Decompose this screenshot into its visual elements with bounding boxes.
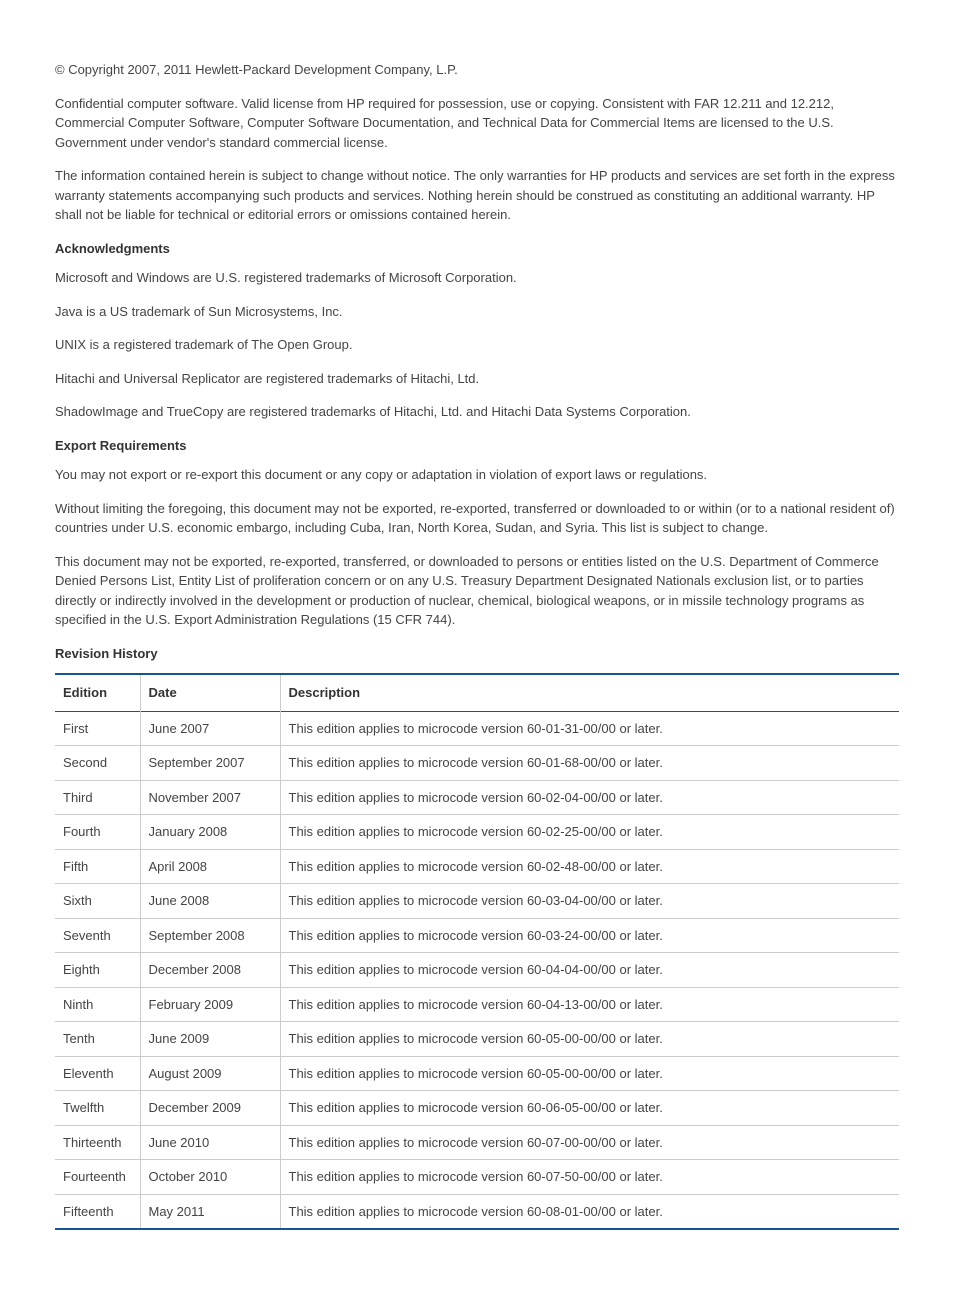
cell-date: September 2007	[140, 746, 280, 781]
cell-date: April 2008	[140, 849, 280, 884]
table-header-row: Edition Date Description	[55, 674, 899, 711]
cell-description: This edition applies to microcode versio…	[280, 780, 899, 815]
cell-date: June 2010	[140, 1125, 280, 1160]
cell-edition: Thirteenth	[55, 1125, 140, 1160]
cell-edition: Twelfth	[55, 1091, 140, 1126]
cell-edition: Seventh	[55, 918, 140, 953]
export-p2: Without limiting the foregoing, this doc…	[55, 499, 899, 538]
ack-unix: UNIX is a registered trademark of The Op…	[55, 335, 899, 355]
cell-edition: Fifth	[55, 849, 140, 884]
cell-description: This edition applies to microcode versio…	[280, 1022, 899, 1057]
table-row: EleventhAugust 2009This edition applies …	[55, 1056, 899, 1091]
table-row: FirstJune 2007This edition applies to mi…	[55, 711, 899, 746]
table-row: FourteenthOctober 2010This edition appli…	[55, 1160, 899, 1195]
export-heading: Export Requirements	[55, 436, 899, 456]
cell-date: December 2009	[140, 1091, 280, 1126]
cell-edition: Fifteenth	[55, 1194, 140, 1229]
cell-date: November 2007	[140, 780, 280, 815]
export-p3: This document may not be exported, re-ex…	[55, 552, 899, 630]
th-description: Description	[280, 674, 899, 711]
acknowledgments-heading: Acknowledgments	[55, 239, 899, 259]
cell-description: This edition applies to microcode versio…	[280, 1091, 899, 1126]
cell-description: This edition applies to microcode versio…	[280, 1194, 899, 1229]
cell-description: This edition applies to microcode versio…	[280, 849, 899, 884]
confidential-text: Confidential computer software. Valid li…	[55, 94, 899, 153]
cell-edition: Second	[55, 746, 140, 781]
th-edition: Edition	[55, 674, 140, 711]
cell-description: This edition applies to microcode versio…	[280, 746, 899, 781]
table-row: TwelfthDecember 2009This edition applies…	[55, 1091, 899, 1126]
revision-table: Edition Date Description FirstJune 2007T…	[55, 673, 899, 1230]
cell-edition: Eleventh	[55, 1056, 140, 1091]
table-row: NinthFebruary 2009This edition applies t…	[55, 987, 899, 1022]
table-row: SixthJune 2008This edition applies to mi…	[55, 884, 899, 919]
cell-date: January 2008	[140, 815, 280, 850]
copyright-text: © Copyright 2007, 2011 Hewlett-Packard D…	[55, 60, 899, 80]
cell-date: June 2009	[140, 1022, 280, 1057]
cell-edition: Fourteenth	[55, 1160, 140, 1195]
cell-edition: Eighth	[55, 953, 140, 988]
cell-description: This edition applies to microcode versio…	[280, 918, 899, 953]
cell-edition: First	[55, 711, 140, 746]
cell-edition: Sixth	[55, 884, 140, 919]
table-row: SecondSeptember 2007This edition applies…	[55, 746, 899, 781]
cell-description: This edition applies to microcode versio…	[280, 1056, 899, 1091]
cell-description: This edition applies to microcode versio…	[280, 987, 899, 1022]
cell-date: June 2007	[140, 711, 280, 746]
ack-shadowimage: ShadowImage and TrueCopy are registered …	[55, 402, 899, 422]
table-row: TenthJune 2009This edition applies to mi…	[55, 1022, 899, 1057]
th-date: Date	[140, 674, 280, 711]
revision-heading: Revision History	[55, 644, 899, 664]
table-row: FifthApril 2008This edition applies to m…	[55, 849, 899, 884]
cell-date: May 2011	[140, 1194, 280, 1229]
cell-date: October 2010	[140, 1160, 280, 1195]
cell-edition: Fourth	[55, 815, 140, 850]
table-row: FifteenthMay 2011This edition applies to…	[55, 1194, 899, 1229]
table-row: ThirdNovember 2007This edition applies t…	[55, 780, 899, 815]
cell-date: February 2009	[140, 987, 280, 1022]
cell-date: December 2008	[140, 953, 280, 988]
table-row: SeventhSeptember 2008This edition applie…	[55, 918, 899, 953]
cell-description: This edition applies to microcode versio…	[280, 1160, 899, 1195]
cell-date: August 2009	[140, 1056, 280, 1091]
cell-description: This edition applies to microcode versio…	[280, 1125, 899, 1160]
cell-description: This edition applies to microcode versio…	[280, 815, 899, 850]
cell-description: This edition applies to microcode versio…	[280, 953, 899, 988]
cell-description: This edition applies to microcode versio…	[280, 884, 899, 919]
ack-microsoft: Microsoft and Windows are U.S. registere…	[55, 268, 899, 288]
table-row: EighthDecember 2008This edition applies …	[55, 953, 899, 988]
cell-edition: Tenth	[55, 1022, 140, 1057]
cell-date: September 2008	[140, 918, 280, 953]
table-row: ThirteenthJune 2010This edition applies …	[55, 1125, 899, 1160]
warranty-text: The information contained herein is subj…	[55, 166, 899, 225]
ack-hitachi: Hitachi and Universal Replicator are reg…	[55, 369, 899, 389]
table-row: FourthJanuary 2008This edition applies t…	[55, 815, 899, 850]
cell-edition: Third	[55, 780, 140, 815]
export-p1: You may not export or re-export this doc…	[55, 465, 899, 485]
cell-description: This edition applies to microcode versio…	[280, 711, 899, 746]
cell-edition: Ninth	[55, 987, 140, 1022]
cell-date: June 2008	[140, 884, 280, 919]
ack-java: Java is a US trademark of Sun Microsyste…	[55, 302, 899, 322]
